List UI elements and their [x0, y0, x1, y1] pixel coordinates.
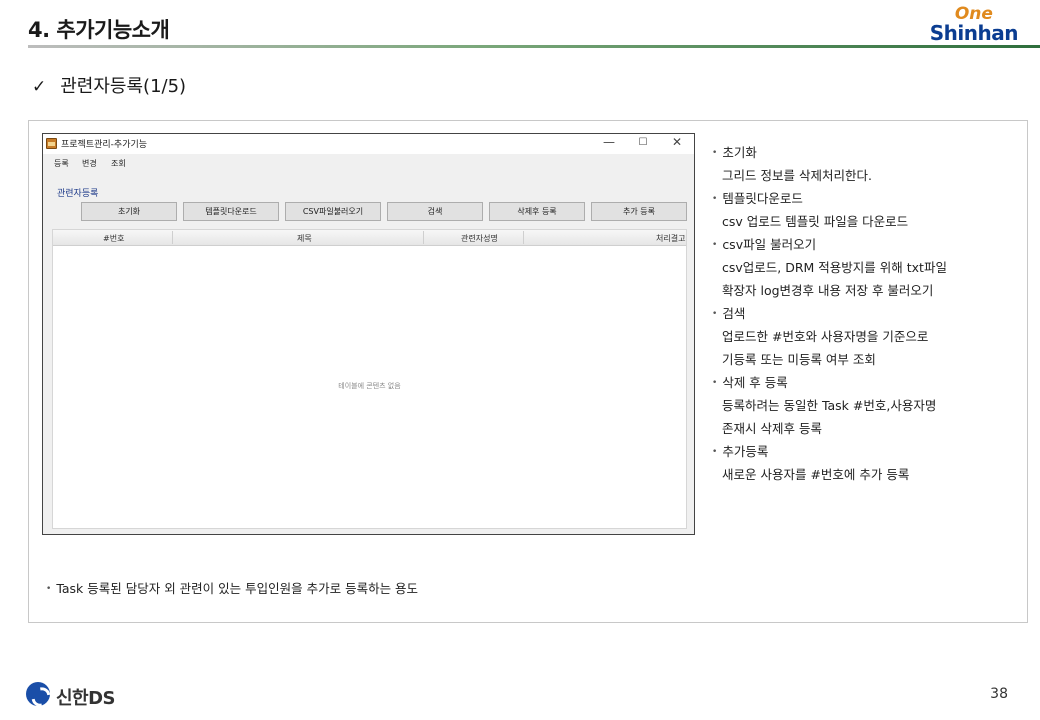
search-button[interactable]: 검색: [387, 202, 483, 221]
reset-button[interactable]: 초기화: [81, 202, 177, 221]
description-heading: 추가등록: [712, 440, 1022, 463]
column-separator: [172, 231, 173, 244]
maximize-button[interactable]: ☐: [633, 137, 653, 148]
description-text: 기등록 또는 미등록 여부 조회: [722, 352, 876, 367]
column-separator: [423, 231, 424, 244]
page-title: 4. 추가기능소개: [28, 18, 170, 42]
menu-inquiry[interactable]: 조회: [111, 158, 126, 169]
checkmark-icon: ✓: [32, 77, 47, 97]
minimize-button[interactable]: —: [599, 135, 619, 149]
panel-label: 관련자등록: [57, 189, 99, 199]
add-register-button[interactable]: 추가 등록: [591, 202, 687, 221]
column-header-related-person[interactable]: 관련자성명: [461, 233, 498, 244]
delete-then-register-button[interactable]: 삭제후 등록: [489, 202, 585, 221]
window-titlebar: 프로젝트관리-추가기능 — ☐ ✕: [43, 134, 694, 154]
description-text: 확장자 log변경후 내용 저장 후 불러오기: [722, 283, 934, 298]
description-heading: 검색: [712, 302, 1022, 325]
description-text: 새로운 사용자를 #번호에 추가 등록: [722, 467, 910, 482]
description-text: 그리드 정보를 삭제처리한다.: [722, 168, 872, 183]
description-text: 등록하려는 동일한 Task #번호,사용자명: [722, 398, 937, 413]
description-heading: 삭제 후 등록: [712, 371, 1022, 394]
description-heading: csv파일 불러오기: [712, 233, 1022, 256]
menu-bar: 등록 변경 조회: [43, 154, 694, 172]
close-button[interactable]: ✕: [667, 135, 687, 149]
description-heading: 템플릿다운로드: [712, 187, 1022, 210]
description-text: csv업로드, DRM 적용방지를 위해 txt파일: [722, 260, 947, 275]
description-text: 존재시 삭제후 등록: [722, 421, 822, 436]
footer-brand: 신한DS: [56, 688, 116, 709]
app-window: 프로젝트관리-추가기능 — ☐ ✕ 등록 변경 조회 관련자등록 초기화 템플릿…: [42, 133, 695, 535]
grid-header: #번호 제목 관련자성명 처리결고: [53, 230, 686, 246]
description-text: csv 업로드 템플릿 파일을 다운로드: [722, 214, 909, 229]
one-shinhan-logo: One Shinhan: [929, 6, 1019, 45]
template-download-button[interactable]: 템플릿다운로드: [183, 202, 279, 221]
section-subtitle: ✓ 관련자등록(1/5): [32, 72, 186, 98]
data-grid[interactable]: #번호 제목 관련자성명 처리결고 테이블에 콘텐츠 없음: [52, 229, 687, 529]
column-header-title[interactable]: 제목: [297, 233, 312, 244]
logo-shinhan-text: Shinhan: [929, 21, 1019, 45]
description-text: 업로드한 #번호와 사용자명을 기준으로: [722, 329, 929, 344]
usage-note: Task 등록된 담당자 외 관련이 있는 투입인원을 추가로 등록하는 용도: [46, 578, 418, 597]
page-number: 38: [990, 686, 1008, 702]
menu-modify[interactable]: 변경: [82, 158, 97, 169]
header-divider: [28, 45, 1040, 48]
window-title: 프로젝트관리-추가기능: [61, 140, 148, 150]
description-heading: 초기화: [712, 141, 1022, 164]
app-folder-icon: [46, 138, 57, 149]
csv-load-button[interactable]: CSV파일불러오기: [285, 202, 381, 221]
column-header-number[interactable]: #번호: [103, 233, 124, 244]
menu-register[interactable]: 등록: [54, 158, 69, 169]
column-separator: [523, 231, 524, 244]
shinhan-ds-logo-icon: [26, 682, 50, 706]
grid-empty-message: 테이블에 콘텐츠 없음: [338, 382, 401, 390]
subtitle-text: 관련자등록(1/5): [60, 76, 187, 97]
feature-descriptions: 초기화그리드 정보를 삭제처리한다. 템플릿다운로드 csv 업로드 템플릿 파일을…: [712, 141, 1022, 486]
column-header-result[interactable]: 처리결고: [656, 233, 685, 244]
